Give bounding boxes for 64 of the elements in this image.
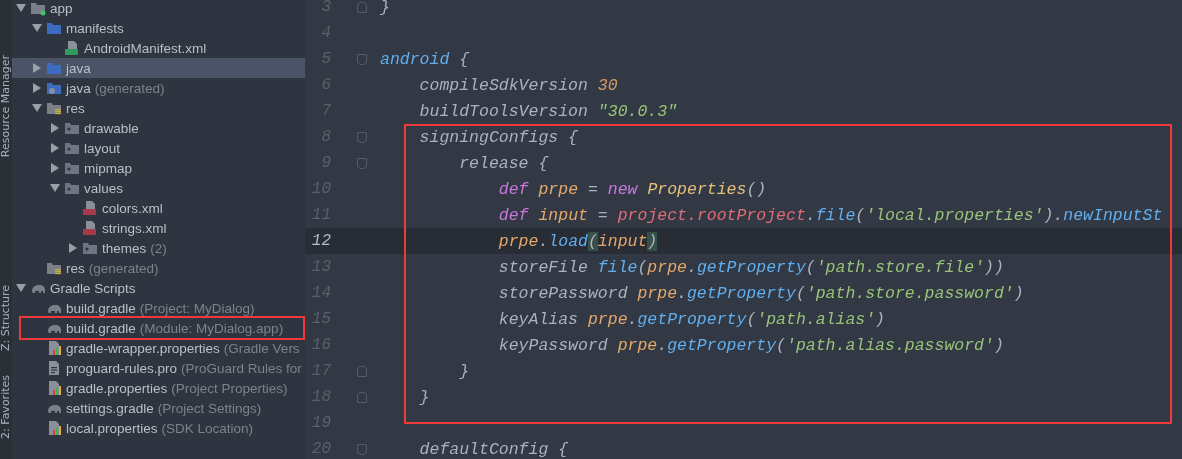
code-line: } — [419, 387, 430, 407]
code-line: prpe.load(input) — [498, 231, 658, 251]
folder-icon — [64, 160, 80, 176]
folder-icon — [30, 0, 46, 16]
file-icon — [46, 360, 62, 376]
folder-icon — [82, 240, 98, 256]
code-line: buildToolsVersion "30.0.3" — [419, 101, 678, 121]
fold-marker-icon[interactable] — [356, 1, 367, 13]
tree-item[interactable]: manifests — [12, 18, 305, 38]
tree-item[interactable]: colors.xml — [12, 198, 305, 218]
tree-item[interactable]: proguard-rules.pro (ProGuard Rules for — [12, 358, 305, 378]
code-line: compileSdkVersion 30 — [419, 75, 618, 95]
fold-marker-icon[interactable] — [356, 157, 367, 169]
tree-item[interactable]: layout — [12, 138, 305, 158]
tree-item[interactable]: java (generated) — [12, 78, 305, 98]
tree-item[interactable]: Gradle Scripts — [12, 278, 305, 298]
tree-item[interactable]: local.properties (SDK Location) — [12, 418, 305, 438]
folder-icon — [64, 180, 80, 196]
tree-item[interactable]: java — [12, 58, 305, 78]
tree-item[interactable]: res — [12, 98, 305, 118]
folder-icon — [64, 140, 80, 156]
line-number: 12 — [310, 232, 331, 250]
code-line: defaultConfig { — [419, 439, 569, 459]
folder-icon — [46, 100, 62, 116]
tree-item[interactable]: drawable — [12, 118, 305, 138]
tree-item[interactable]: app — [12, 0, 305, 18]
folder-icon — [46, 80, 62, 96]
tree-item[interactable]: gradle.properties (Project Properties) — [12, 378, 305, 398]
tree-item[interactable]: AndroidManifest.xml — [12, 38, 305, 58]
code-line: } — [380, 0, 390, 17]
file-icon — [82, 200, 98, 216]
folder-icon — [46, 20, 62, 36]
tree-item[interactable]: themes (2) — [12, 238, 305, 258]
code-line: signingConfigs { — [419, 127, 579, 147]
tree-item[interactable]: mipmap — [12, 158, 305, 178]
file-icon — [64, 40, 80, 56]
code-line: storePassword prpe.getProperty('path.store.password') — [498, 283, 1024, 303]
code-line: keyAlias prpe.getProperty('path.alias') — [498, 309, 885, 329]
folder-icon — [46, 260, 62, 276]
file-icon — [46, 420, 62, 436]
code-line: android { — [380, 49, 470, 69]
code-line: def prpe = new Properties() — [498, 179, 767, 199]
tree-item[interactable]: gradle-wrapper.properties (Gradle Vers — [12, 338, 305, 358]
file-icon — [46, 340, 62, 356]
code-line: keyPassword prpe.getProperty('path.alias.password') — [498, 335, 1004, 355]
file-icon — [82, 220, 98, 236]
code-line: } — [459, 361, 470, 381]
fold-marker-icon[interactable] — [356, 131, 367, 143]
tree-item[interactable]: settings.gradle (Project Settings) — [12, 398, 305, 418]
fold-marker-icon[interactable] — [356, 391, 367, 403]
fold-marker-icon[interactable] — [356, 53, 367, 65]
file-icon — [46, 380, 62, 396]
folder-icon — [64, 120, 80, 136]
tree-item[interactable]: build.gradle (Module: MyDialog.app) — [12, 318, 305, 338]
tree-item[interactable]: values — [12, 178, 305, 198]
folder-icon — [46, 60, 62, 76]
fold-marker-icon[interactable] — [356, 443, 367, 455]
tree-item[interactable]: build.gradle (Project: MyDialog) — [12, 298, 305, 318]
code-line: def input = project.rootProject.file('local.properties').newInputSt — [498, 205, 1163, 225]
fold-marker-icon[interactable] — [356, 365, 367, 377]
tree-item[interactable]: res (generated) — [12, 258, 305, 278]
code-line: storeFile file(prpe.getProperty('path.store.file')) — [498, 257, 1004, 277]
tree-item[interactable]: strings.xml — [12, 218, 305, 238]
code-line: release { — [459, 153, 549, 173]
